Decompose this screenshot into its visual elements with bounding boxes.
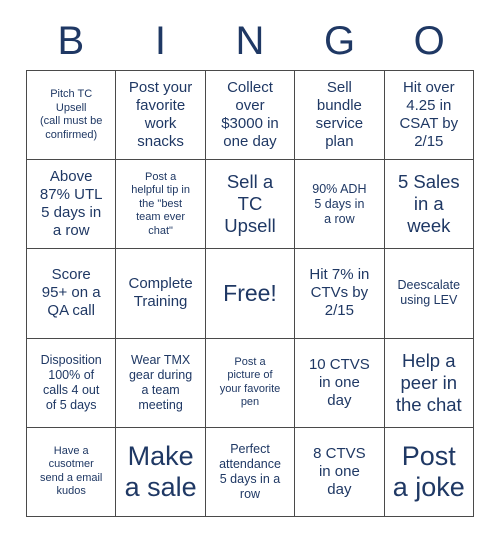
bingo-square[interactable]: Complete Training	[116, 249, 206, 339]
bingo-square-label: Post a helpful tip in the "best team eve…	[131, 170, 190, 237]
header-letter-i: I	[154, 19, 166, 63]
bingo-square[interactable]: Post a helpful tip in the "best team eve…	[116, 160, 206, 250]
header-letter-g: G	[324, 19, 356, 63]
bingo-card: B I N G O Pitch TC Upsell (call must be …	[0, 0, 500, 544]
bingo-square-label: 5 Sales in a week	[397, 171, 460, 237]
bingo-square[interactable]: Perfect attendance 5 days in a row	[205, 427, 296, 517]
bingo-square[interactable]: Make a sale	[116, 427, 206, 517]
bingo-grid: Pitch TC Upsell (call must be confirmed)…	[26, 70, 474, 517]
header-letter-b: B	[57, 19, 85, 63]
bingo-square[interactable]: Disposition 100% of calls 4 out of 5 day…	[27, 338, 117, 428]
bingo-square[interactable]: Deescalate using LEV	[384, 249, 474, 339]
bingo-square-label: Free!	[223, 279, 277, 306]
bingo-square[interactable]: Collect over $3000 in one day	[205, 71, 296, 161]
bingo-square[interactable]: Wear TMX gear during a team meeting	[116, 338, 206, 428]
bingo-square[interactable]: Pitch TC Upsell (call must be confirmed)	[27, 71, 117, 161]
bingo-square-label: 10 CTVS in one day	[308, 355, 370, 409]
bingo-square-label: Disposition 100% of calls 4 out of 5 day…	[40, 352, 102, 412]
bingo-square-label: Post your favorite work snacks	[128, 79, 193, 151]
bingo-square-label: Score 95+ on a QA call	[41, 266, 101, 320]
bingo-square-label: Pitch TC Upsell (call must be confirmed)	[40, 88, 103, 141]
bingo-square-label: Hit 7% in CTVs by 2/15	[309, 266, 370, 320]
bingo-free-square[interactable]: Free!	[205, 249, 296, 339]
bingo-square[interactable]: 90% ADH 5 days in a row	[295, 160, 385, 250]
bingo-square-label: Above 87% UTL 5 days in a row	[39, 168, 103, 240]
bingo-square-label: Sell bundle service plan	[315, 79, 364, 151]
bingo-square[interactable]: 10 CTVS in one day	[295, 338, 385, 428]
bingo-square[interactable]: 5 Sales in a week	[384, 160, 474, 250]
bingo-square-label: 8 CTVS in one day	[313, 444, 366, 498]
bingo-square[interactable]: Post a joke	[384, 427, 474, 517]
bingo-square-label: Post a joke	[392, 440, 465, 502]
bingo-square-label: Post a picture of your favorite pen	[219, 355, 281, 409]
bingo-square[interactable]: Post your favorite work snacks	[116, 71, 206, 161]
bingo-header: B I N G O	[26, 14, 474, 68]
bingo-square-label: Help a peer in the chat	[395, 349, 462, 415]
header-letter-o: O	[413, 19, 445, 63]
bingo-square[interactable]: Have a cusotmer send a email kudos	[27, 427, 117, 517]
bingo-square[interactable]: Hit over 4.25 in CSAT by 2/15	[384, 71, 474, 161]
bingo-square-label: Have a cusotmer send a email kudos	[40, 444, 103, 498]
bingo-square[interactable]: Post a picture of your favorite pen	[205, 338, 296, 428]
bingo-square[interactable]: Score 95+ on a QA call	[27, 249, 117, 339]
bingo-square-label: Wear TMX gear during a team meeting	[128, 352, 193, 412]
bingo-square-label: Collect over $3000 in one day	[221, 79, 279, 151]
bingo-square[interactable]: Help a peer in the chat	[384, 338, 474, 428]
bingo-square-label: Complete Training	[128, 275, 193, 311]
bingo-square[interactable]: Sell a TC Upsell	[205, 160, 296, 250]
bingo-square[interactable]: Hit 7% in CTVs by 2/15	[295, 249, 385, 339]
bingo-square-label: Hit over 4.25 in CSAT by 2/15	[399, 79, 459, 151]
bingo-square[interactable]: Above 87% UTL 5 days in a row	[27, 160, 117, 250]
header-letter-n: N	[235, 19, 265, 63]
bingo-square-label: Perfect attendance 5 days in a row	[219, 441, 281, 501]
bingo-square-label: Sell a TC Upsell	[224, 171, 276, 237]
bingo-square[interactable]: 8 CTVS in one day	[295, 427, 385, 517]
bingo-square-label: Deescalate using LEV	[397, 278, 461, 308]
bingo-square-label: Make a sale	[124, 440, 197, 502]
bingo-square-label: 90% ADH 5 days in a row	[312, 181, 367, 226]
bingo-square[interactable]: Sell bundle service plan	[295, 71, 385, 161]
